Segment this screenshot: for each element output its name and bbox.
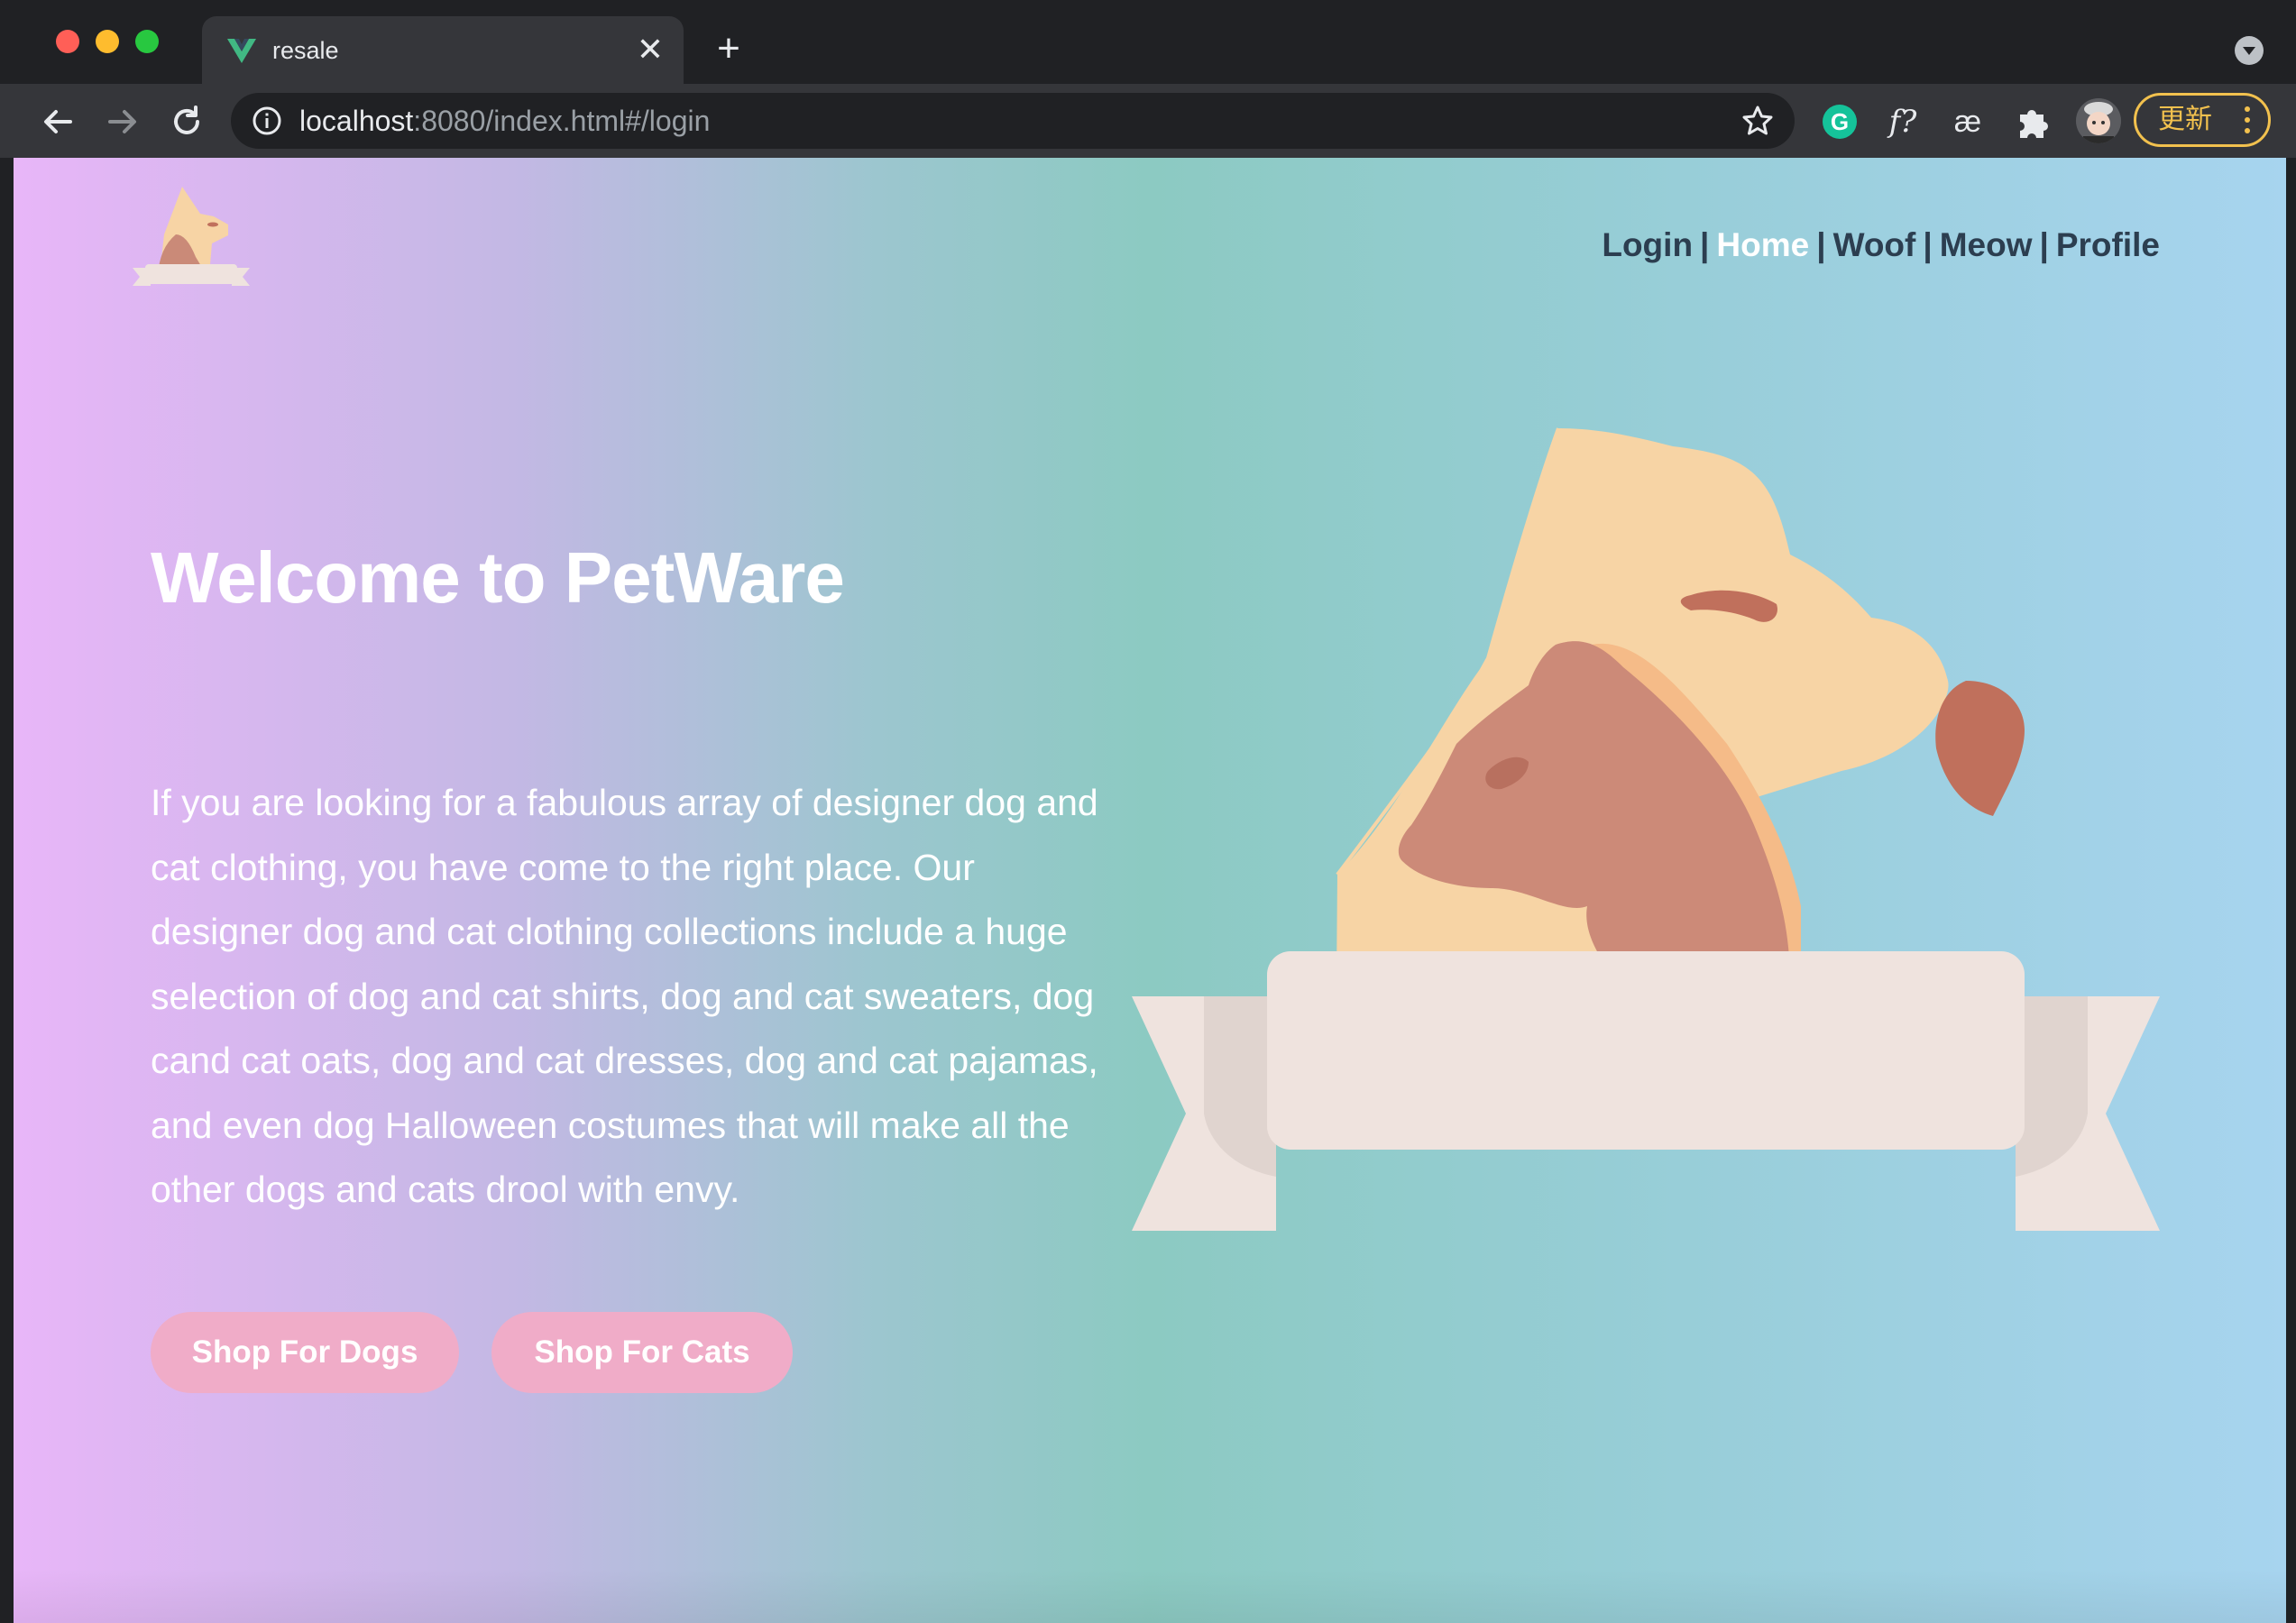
forward-button[interactable] xyxy=(101,100,144,143)
close-window-button[interactable] xyxy=(56,30,79,53)
info-icon[interactable] xyxy=(251,105,283,137)
main-nav: Login | Home | Woof | Meow | Profile xyxy=(1602,225,2160,266)
nav-separator: | xyxy=(1700,226,1710,263)
url-host: localhost xyxy=(299,105,414,137)
tab-resale[interactable]: resale ✕ xyxy=(202,16,684,84)
shop-for-cats-button[interactable]: Shop For Cats xyxy=(491,1312,793,1393)
petware-logo[interactable] xyxy=(133,185,250,302)
hero-description: If you are looking for a fabulous array … xyxy=(151,782,1098,1210)
svg-text:G: G xyxy=(1831,108,1849,135)
nav-link-meow[interactable]: Meow xyxy=(1940,226,2033,263)
arrow-left-icon xyxy=(44,110,72,133)
nav-link-woof[interactable]: Woof xyxy=(1833,226,1916,263)
nav-link-profile[interactable]: Profile xyxy=(2056,226,2160,263)
arrow-right-icon xyxy=(108,110,136,133)
reload-button[interactable] xyxy=(165,100,208,143)
new-tab-button[interactable]: + xyxy=(707,27,750,70)
url-path: :8080/index.html#/login xyxy=(413,105,711,137)
shop-for-dogs-button[interactable]: Shop For Dogs xyxy=(151,1312,459,1393)
bookmark-star-icon[interactable] xyxy=(1740,104,1775,138)
maximize-window-button[interactable] xyxy=(135,30,159,53)
back-button[interactable] xyxy=(36,100,79,143)
dog-and-cat-illustration xyxy=(1132,427,2160,1231)
formula-extension-icon[interactable]: f? xyxy=(1883,102,1923,142)
reload-icon xyxy=(174,105,199,134)
avatar-image-icon xyxy=(2076,98,2121,143)
update-button[interactable]: 更新 xyxy=(2134,93,2271,147)
tab-title: resale xyxy=(272,37,339,64)
tab-strip: resale ✕ + xyxy=(0,0,2296,84)
profile-avatar[interactable] xyxy=(2076,98,2121,143)
window-edge xyxy=(2286,158,2296,1623)
browser-toolbar: localhost:8080/index.html#/login G f? æ xyxy=(0,84,2296,158)
nav-separator: | xyxy=(1923,226,1933,263)
ae-extension-icon[interactable]: æ xyxy=(1948,102,1988,142)
tab-search-icon[interactable] xyxy=(2235,36,2264,65)
address-bar[interactable]: localhost:8080/index.html#/login xyxy=(231,93,1795,149)
more-menu-icon[interactable] xyxy=(2245,106,2250,133)
browser-window: resale ✕ + localhost:8080/index.html#/lo… xyxy=(0,0,2296,1623)
page-viewport: Login | Home | Woof | Meow | Profile Welcome to … xyxy=(14,158,2286,1623)
hero-title: Welcome to PetWare xyxy=(151,537,845,618)
nav-separator: | xyxy=(2039,226,2049,263)
vue-logo-icon xyxy=(227,39,256,63)
nav-link-login[interactable]: Login xyxy=(1602,226,1693,263)
close-tab-icon[interactable]: ✕ xyxy=(633,32,667,67)
url-text[interactable]: localhost:8080/index.html#/login xyxy=(299,93,710,149)
nav-link-home[interactable]: Home xyxy=(1716,226,1809,263)
grammarly-extension-icon[interactable]: G xyxy=(1820,102,1860,142)
extensions-puzzle-icon[interactable] xyxy=(2013,102,2053,142)
minimize-window-button[interactable] xyxy=(96,30,119,53)
nav-separator: | xyxy=(1816,226,1826,263)
update-label: 更新 xyxy=(2158,104,2212,135)
